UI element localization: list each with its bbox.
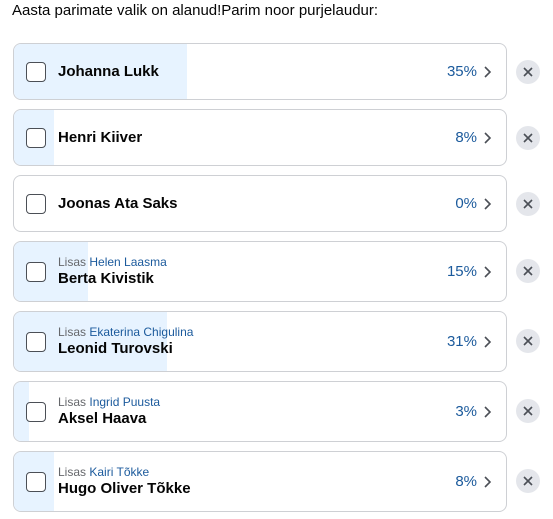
added-by-line: Lisas Kairi Tõkke <box>58 465 436 480</box>
remove-option-button[interactable] <box>516 469 540 493</box>
added-by-prefix: Lisas <box>58 465 87 479</box>
poll-option-joonas-ata-saks[interactable]: Joonas Ata Saks 0% <box>13 175 507 232</box>
poll-option-johanna-lukk[interactable]: Johanna Lukk 35% <box>13 43 507 100</box>
option-checkbox[interactable] <box>26 472 46 492</box>
option-name: Leonid Turovski <box>58 340 173 357</box>
poll-option-henri-kiiver[interactable]: Henri Kiiver 8% <box>13 109 507 166</box>
option-name: Henri Kiiver <box>58 129 143 146</box>
added-by-prefix: Lisas <box>58 325 87 339</box>
chevron-right-icon <box>484 131 492 144</box>
option-result-link[interactable]: 3% <box>455 403 492 420</box>
chevron-right-icon <box>484 265 492 278</box>
remove-option-button[interactable] <box>516 126 540 150</box>
remove-option-button[interactable] <box>516 329 540 353</box>
added-by-prefix: Lisas <box>58 395 87 409</box>
option-percent: 8% <box>455 129 477 146</box>
remove-option-button[interactable] <box>516 192 540 216</box>
option-result-link[interactable]: 8% <box>455 473 492 490</box>
close-icon <box>523 266 533 276</box>
close-icon <box>523 406 533 416</box>
option-result-link[interactable]: 8% <box>455 129 492 146</box>
option-percent: 35% <box>446 63 477 80</box>
close-icon <box>523 67 533 77</box>
option-result-link[interactable]: 35% <box>447 63 492 80</box>
option-result-link[interactable]: 0% <box>455 195 492 212</box>
option-percent: 31% <box>446 333 477 350</box>
option-name: Aksel Haava <box>58 410 147 427</box>
option-percent: 15% <box>446 263 477 280</box>
added-by-user-link[interactable]: Ekaterina Chigulina <box>89 325 193 339</box>
poll-option-berta-kivistik[interactable]: Lisas Helen Laasma Berta Kivistik 15% <box>13 241 507 302</box>
close-icon <box>523 133 533 143</box>
chevron-right-icon <box>484 335 492 348</box>
option-name: Joonas Ata Saks <box>58 195 178 212</box>
option-name: Hugo Oliver Tõkke <box>58 480 191 497</box>
option-checkbox[interactable] <box>26 194 46 214</box>
added-by-line: Lisas Ekaterina Chigulina <box>58 325 436 340</box>
option-checkbox[interactable] <box>26 402 46 422</box>
poll-option-aksel-haava[interactable]: Lisas Ingrid Puusta Aksel Haava 3% <box>13 381 507 442</box>
option-percent: 8% <box>455 473 477 490</box>
remove-option-button[interactable] <box>516 259 540 283</box>
close-icon <box>523 336 533 346</box>
option-result-link[interactable]: 31% <box>447 333 492 350</box>
remove-option-button[interactable] <box>516 399 540 423</box>
remove-option-button[interactable] <box>516 60 540 84</box>
option-result-link[interactable]: 15% <box>447 263 492 280</box>
poll-option-hugo-oliver-tokke[interactable]: Lisas Kairi Tõkke Hugo Oliver Tõkke 8% <box>13 451 507 512</box>
option-checkbox[interactable] <box>26 128 46 148</box>
added-by-line: Lisas Helen Laasma <box>58 255 436 270</box>
option-percent: 3% <box>455 403 477 420</box>
option-checkbox[interactable] <box>26 262 46 282</box>
close-icon <box>523 476 533 486</box>
chevron-right-icon <box>484 65 492 78</box>
chevron-right-icon <box>484 475 492 488</box>
option-name: Johanna Lukk <box>58 63 159 80</box>
option-name: Berta Kivistik <box>58 270 154 287</box>
close-icon <box>523 199 533 209</box>
poll-question: Aasta parimate valik on alanud!Parim noo… <box>12 2 379 19</box>
added-by-user-link[interactable]: Ingrid Puusta <box>89 395 160 409</box>
added-by-line: Lisas Ingrid Puusta <box>58 395 436 410</box>
poll-option-leonid-turovski[interactable]: Lisas Ekaterina Chigulina Leonid Turovsk… <box>13 311 507 372</box>
option-checkbox[interactable] <box>26 62 46 82</box>
added-by-user-link[interactable]: Helen Laasma <box>89 255 166 269</box>
option-checkbox[interactable] <box>26 332 46 352</box>
option-percent: 0% <box>455 195 477 212</box>
chevron-right-icon <box>484 197 492 210</box>
chevron-right-icon <box>484 405 492 418</box>
added-by-prefix: Lisas <box>58 255 87 269</box>
added-by-user-link[interactable]: Kairi Tõkke <box>89 465 149 479</box>
